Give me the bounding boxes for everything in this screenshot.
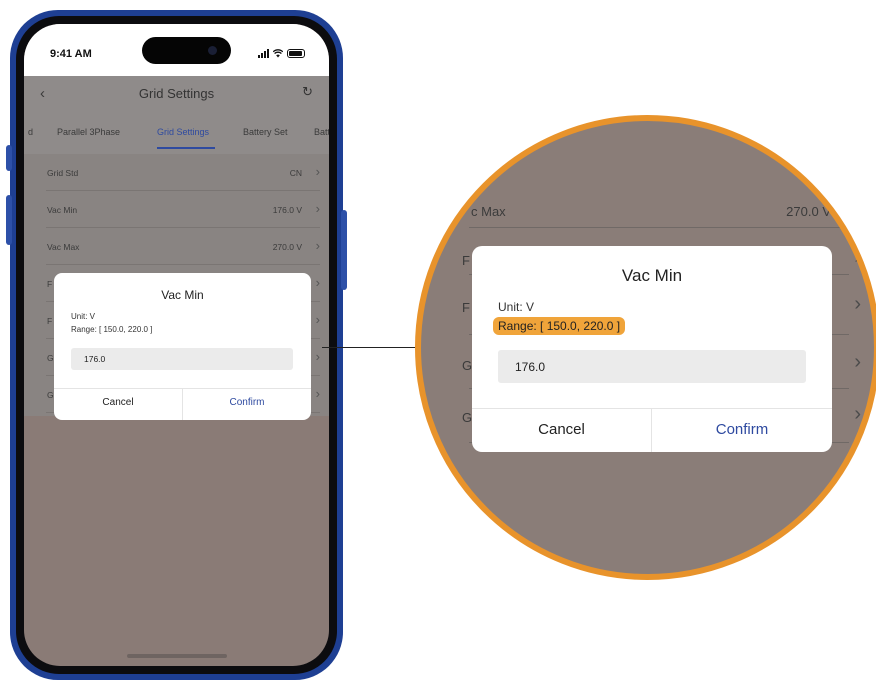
setting-value: 270.0 V: [272, 242, 302, 252]
zoom-dialog-unit: Unit: V: [498, 300, 535, 314]
refresh-icon[interactable]: ↻: [302, 84, 313, 100]
tab-partial-left[interactable]: d: [28, 127, 33, 137]
zoom-setting-label: G: [462, 358, 473, 373]
dialog-range: Range: [ 150.0, 220.0 ]: [71, 325, 153, 334]
setting-label: Vac Max: [47, 242, 80, 252]
status-icons: [258, 49, 305, 58]
cancel-button[interactable]: Cancel: [54, 397, 182, 408]
phone-power-button: [341, 210, 347, 290]
zoom-dialog-range-highlight: Range: [ 150.0, 220.0 ]: [493, 317, 626, 335]
status-time: 9:41 AM: [50, 48, 92, 60]
zoom-vac-min-dialog: Vac Min Unit: V Range: [ 150.0, 220.0 ] …: [472, 246, 832, 452]
setting-value: CN: [289, 168, 302, 178]
tab-battery-set[interactable]: Battery Set: [243, 127, 288, 137]
vac-min-input[interactable]: [71, 348, 293, 370]
magnifier-callout: c Max 270.0 V F › F › G › G › Vac Min Un…: [415, 115, 876, 580]
setting-row-vac-min[interactable]: Vac Min 176.0 V ›: [46, 191, 320, 228]
tab-partial-right[interactable]: Batt: [314, 127, 329, 137]
chevron-right-icon: ›: [315, 201, 320, 216]
zoom-setting-label: G: [462, 410, 473, 425]
setting-row-vac-max[interactable]: Vac Max 270.0 V ›: [46, 228, 320, 265]
chevron-right-icon: ›: [315, 164, 320, 179]
status-bar: 9:41 AM: [24, 24, 329, 76]
zoom-cancel-button[interactable]: Cancel: [472, 421, 651, 438]
confirm-button[interactable]: Confirm: [183, 397, 311, 408]
callout-connector: [322, 347, 424, 348]
chevron-right-icon: ›: [315, 349, 320, 364]
active-tab-indicator: [157, 147, 215, 149]
setting-label: F: [47, 316, 53, 326]
chevron-right-icon: ›: [854, 351, 861, 373]
zoom-confirm-button[interactable]: Confirm: [652, 421, 832, 438]
chevron-right-icon: ›: [854, 293, 861, 315]
dynamic-island: [142, 37, 231, 64]
tab-bar: d Parallel 3Phase Grid Settings Battery …: [24, 112, 329, 154]
vac-min-dialog: Vac Min Unit: V Range: [ 150.0, 220.0 ] …: [54, 273, 311, 420]
setting-label: G: [47, 353, 54, 363]
setting-row-grid-std[interactable]: Grid Std CN ›: [46, 154, 320, 191]
chevron-right-icon: ›: [315, 275, 320, 290]
dialog-title: Vac Min: [161, 288, 204, 302]
dialog-unit: Unit: V: [71, 312, 96, 321]
zoom-setting-row-vac-max: c Max 270.0 V: [469, 181, 849, 228]
zoom-setting-label: F: [462, 300, 470, 315]
signal-icon: [258, 49, 269, 58]
chevron-right-icon: ›: [315, 386, 320, 401]
camera-icon: [208, 46, 217, 55]
zoom-setting-value: 270.0 V: [786, 204, 831, 219]
setting-value: 176.0 V: [272, 205, 302, 215]
tab-grid-settings[interactable]: Grid Settings: [157, 127, 209, 137]
zoom-setting-label: c Max: [471, 204, 506, 219]
tab-parallel-3phase[interactable]: Parallel 3Phase: [57, 127, 120, 137]
phone-screen: 9:41 AM ‹ Grid Settings ↻ d Parallel 3Ph…: [24, 24, 329, 666]
zoom-dialog-title: Vac Min: [621, 266, 683, 285]
zoom-setting-label: F: [462, 253, 470, 268]
page-title: Grid Settings: [138, 86, 215, 101]
setting-label: G: [47, 390, 54, 400]
zoom-dialog-divider: [472, 408, 832, 409]
wifi-icon: [273, 49, 283, 58]
chevron-right-icon: ›: [854, 246, 861, 268]
battery-icon: [287, 49, 305, 58]
setting-label: Vac Min: [47, 205, 78, 215]
chevron-right-icon: ›: [315, 312, 320, 327]
phone-side-button: [6, 195, 12, 245]
phone-bezel: 9:41 AM ‹ Grid Settings ↻ d Parallel 3Ph…: [16, 16, 337, 674]
chevron-right-icon: ›: [854, 403, 861, 425]
home-indicator: [127, 654, 227, 658]
phone-frame: 9:41 AM ‹ Grid Settings ↻ d Parallel 3Ph…: [6, 10, 347, 680]
setting-label: Grid Std: [47, 168, 79, 178]
zoom-vac-min-input[interactable]: [498, 350, 806, 383]
setting-label: F: [47, 279, 53, 289]
chevron-right-icon: ›: [315, 238, 320, 253]
nav-bar: ‹ Grid Settings ↻: [24, 76, 329, 112]
phone-side-button: [6, 145, 12, 171]
